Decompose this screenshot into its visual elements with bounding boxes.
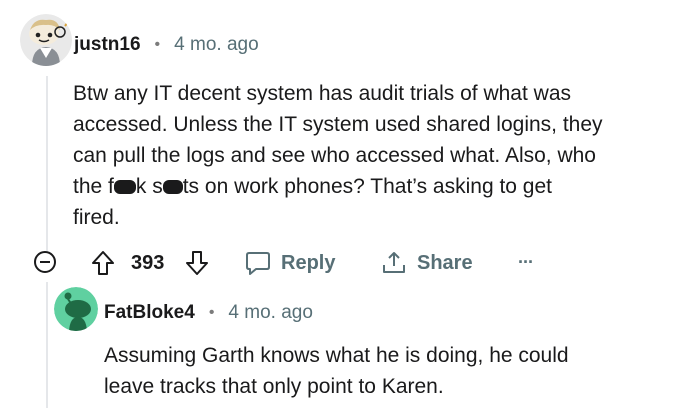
share-label: Share: [417, 251, 473, 274]
username[interactable]: FatBloke4: [104, 302, 195, 324]
snoo-avatar-icon: [20, 14, 72, 66]
censor-mark: [113, 180, 136, 195]
comment-line: the fk s ts on work phones? That’s asking…: [73, 175, 553, 198]
timestamp[interactable]: 4 mo. ago: [228, 302, 313, 324]
share-icon: [383, 252, 405, 273]
downvote-arrow-icon: [186, 251, 208, 275]
thread-line: [46, 76, 48, 252]
avatar[interactable]: [20, 14, 72, 66]
comment-line: leave tracks that only point to Karen.: [104, 375, 444, 398]
speech-bubble-icon: [246, 252, 270, 275]
censor-mark: [162, 180, 183, 195]
username[interactable]: justn16: [74, 34, 141, 56]
minus-icon: [40, 261, 50, 263]
comment-line: fired.: [73, 206, 120, 229]
separator-dot: •: [154, 36, 161, 53]
comment-header: justn16 • 4 mo. ago: [74, 34, 259, 56]
comment-body: Btw any IT decent system has audit trial…: [73, 78, 693, 233]
comment-line: Assuming Garth knows what he is doing, h…: [104, 344, 569, 367]
timestamp[interactable]: 4 mo. ago: [174, 34, 259, 56]
more-options-button[interactable]: ···: [518, 252, 534, 273]
upvote-arrow-icon: [92, 251, 114, 275]
downvote-button[interactable]: [185, 250, 209, 276]
separator-dot: •: [208, 304, 215, 321]
comment-line: can pull the logs and see who accessed w…: [73, 144, 596, 167]
thread-line: [46, 282, 48, 408]
comment-line: accessed. Unless the IT system used shar…: [73, 113, 603, 136]
more-options-icon: ···: [518, 252, 534, 272]
share-button[interactable]: Share: [381, 250, 473, 276]
reply-label: Reply: [281, 251, 336, 274]
reply-header: FatBloke4 • 4 mo. ago: [104, 302, 313, 324]
snoo-avatar-icon: [54, 287, 98, 331]
collapse-button[interactable]: [34, 251, 56, 273]
upvote-button[interactable]: [91, 250, 115, 276]
reply-button[interactable]: Reply: [245, 250, 335, 276]
avatar[interactable]: [54, 287, 98, 331]
comment-line: Btw any IT decent system has audit trial…: [73, 82, 572, 105]
vote-count: 393: [131, 252, 165, 274]
reply-body: Assuming Garth knows what he is doing, h…: [104, 340, 694, 402]
